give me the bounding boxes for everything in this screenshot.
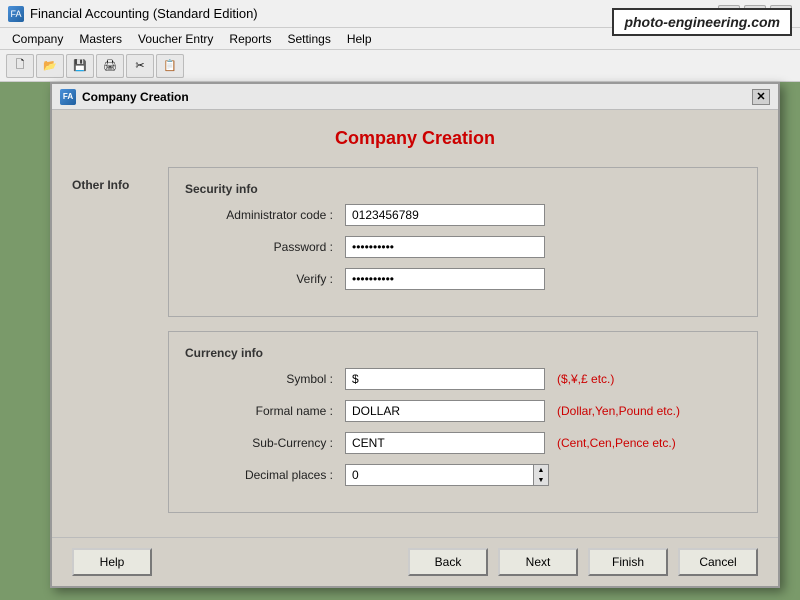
decimal-places-input[interactable] [345, 464, 533, 486]
right-content: Security info Administrator code : Passw… [168, 167, 758, 527]
back-button[interactable]: Back [408, 548, 488, 576]
security-label: Security info [185, 182, 741, 196]
sub-currency-input[interactable] [345, 432, 545, 454]
spinner-up-button[interactable]: ▲ [534, 465, 548, 475]
admin-code-input[interactable] [345, 204, 545, 226]
sub-currency-row: Sub-Currency : (Cent,Cen,Pence etc.) [185, 432, 741, 454]
decimal-places-row: Decimal places : ▲ ▼ [185, 464, 741, 486]
help-button[interactable]: Help [72, 548, 152, 576]
verify-input[interactable] [345, 268, 545, 290]
dialog-title-left: FA Company Creation [60, 89, 189, 105]
currency-label: Currency info [185, 346, 741, 360]
toolbar: 🗋 📂 💾 🖨 ✂ 📋 [0, 50, 800, 82]
spinner-buttons: ▲ ▼ [533, 464, 549, 486]
symbol-label: Symbol : [185, 372, 345, 386]
toolbar-new-btn[interactable]: 🗋 [6, 54, 34, 78]
formal-name-input[interactable] [345, 400, 545, 422]
dialog-title-text: Company Creation [82, 90, 189, 104]
formal-name-hint: (Dollar,Yen,Pound etc.) [557, 404, 680, 418]
decimal-places-spinner: ▲ ▼ [345, 464, 549, 486]
decimal-places-label: Decimal places : [185, 468, 345, 482]
password-row: Password : [185, 236, 741, 258]
toolbar-save-btn[interactable]: 💾 [66, 54, 94, 78]
admin-code-row: Administrator code : [185, 204, 741, 226]
formal-name-row: Formal name : (Dollar,Yen,Pound etc.) [185, 400, 741, 422]
dialog-close-button[interactable]: ✕ [752, 89, 770, 105]
dialog-heading: Company Creation [72, 120, 758, 157]
toolbar-print-btn[interactable]: 🖨 [96, 54, 124, 78]
verify-label: Verify : [185, 272, 345, 286]
watermark: photo-engineering.com [612, 8, 792, 36]
toolbar-cut-btn[interactable]: ✂ [126, 54, 154, 78]
symbol-hint: ($,¥,£ etc.) [557, 372, 614, 386]
menu-voucher-entry[interactable]: Voucher Entry [130, 30, 221, 48]
password-label: Password : [185, 240, 345, 254]
spinner-down-button[interactable]: ▼ [534, 475, 548, 485]
dialog-footer: Help Back Next Finish Cancel [52, 537, 778, 586]
dialog-icon: FA [60, 89, 76, 105]
dialog-title-bar: FA Company Creation ✕ [52, 84, 778, 110]
menu-company[interactable]: Company [4, 30, 71, 48]
toolbar-open-btn[interactable]: 📂 [36, 54, 64, 78]
company-creation-dialog: FA Company Creation ✕ Company Creation O… [50, 82, 780, 588]
menu-masters[interactable]: Masters [71, 30, 130, 48]
symbol-row: Symbol : ($,¥,£ etc.) [185, 368, 741, 390]
finish-button[interactable]: Finish [588, 548, 668, 576]
admin-code-label: Administrator code : [185, 208, 345, 222]
sub-currency-label: Sub-Currency : [185, 436, 345, 450]
menu-settings[interactable]: Settings [279, 30, 338, 48]
currency-section: Currency info Symbol : ($,¥,£ etc.) Form… [168, 331, 758, 513]
next-button[interactable]: Next [498, 548, 578, 576]
app-icon: FA [8, 6, 24, 22]
title-bar-left: FA Financial Accounting (Standard Editio… [8, 6, 258, 22]
dialog-content: Company Creation Other Info Security inf… [52, 110, 778, 537]
cancel-button[interactable]: Cancel [678, 548, 758, 576]
sub-currency-hint: (Cent,Cen,Pence etc.) [557, 436, 676, 450]
formal-name-label: Formal name : [185, 404, 345, 418]
other-info-label: Other Info [72, 167, 152, 527]
symbol-input[interactable] [345, 368, 545, 390]
verify-row: Verify : [185, 268, 741, 290]
toolbar-paste-btn[interactable]: 📋 [156, 54, 184, 78]
security-section: Security info Administrator code : Passw… [168, 167, 758, 317]
dialog-body: Other Info Security info Administrator c… [72, 167, 758, 527]
menu-help[interactable]: Help [339, 30, 380, 48]
app-title: Financial Accounting (Standard Edition) [30, 6, 258, 21]
password-input[interactable] [345, 236, 545, 258]
menu-reports[interactable]: Reports [221, 30, 279, 48]
